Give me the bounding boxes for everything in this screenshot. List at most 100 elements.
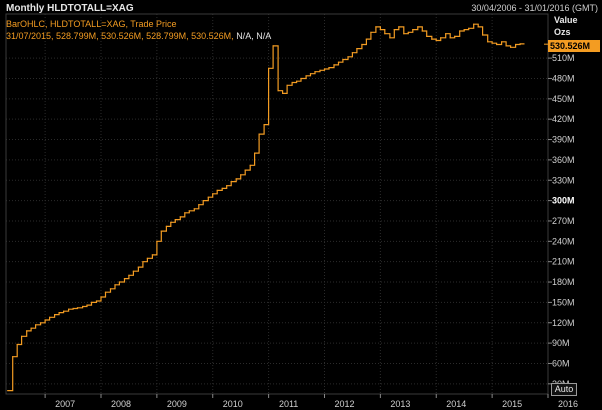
data-point — [151, 254, 153, 256]
y-axis-caption-value: Value — [554, 15, 578, 25]
data-point — [72, 307, 74, 310]
data-point — [426, 35, 428, 38]
x-tick-label: 2016 — [558, 399, 578, 409]
data-point — [128, 274, 130, 276]
data-point — [277, 90, 279, 92]
data-point — [86, 304, 88, 306]
series-layer — [7, 23, 548, 392]
data-point — [421, 30, 423, 32]
data-point — [505, 45, 507, 47]
data-point — [491, 42, 493, 44]
data-point — [319, 69, 321, 71]
data-point — [30, 327, 32, 329]
data-point — [403, 33, 405, 35]
data-point — [76, 307, 79, 309]
data-point — [249, 164, 251, 166]
data-point — [356, 48, 358, 50]
data-point — [82, 305, 84, 308]
data-point — [198, 204, 200, 206]
data-point — [244, 169, 246, 171]
y-tick-label: 210M — [552, 257, 575, 267]
data-point — [109, 288, 112, 290]
y-tick-label: 120M — [552, 318, 575, 328]
data-point — [328, 67, 330, 69]
data-point — [132, 270, 134, 272]
data-point — [398, 26, 400, 28]
data-point — [235, 178, 237, 180]
data-point — [230, 181, 232, 183]
data-point — [445, 33, 447, 35]
data-point — [296, 80, 298, 82]
data-point — [118, 281, 120, 283]
auto-scale-button[interactable]: Auto — [551, 383, 577, 396]
data-point — [179, 216, 181, 218]
data-point — [389, 37, 391, 39]
data-point — [435, 39, 437, 42]
data-point — [468, 27, 470, 29]
x-tick-label: 2009 — [167, 399, 187, 409]
data-point — [95, 300, 98, 302]
data-point — [449, 37, 451, 39]
data-point — [473, 23, 475, 25]
x-tick-label: 2013 — [390, 399, 410, 409]
data-point — [160, 230, 162, 232]
data-point — [412, 29, 414, 31]
data-point — [40, 322, 42, 324]
data-point — [370, 31, 372, 33]
legend-ohlc-values: 31/07/2015, 528.799M, 530.526M, 528.799M… — [6, 31, 234, 41]
data-point — [21, 335, 23, 337]
data-point — [282, 92, 284, 94]
data-point — [431, 38, 433, 40]
x-tick-label: 2011 — [279, 399, 298, 409]
data-point — [477, 26, 479, 28]
data-point — [240, 174, 242, 176]
data-point — [291, 81, 293, 84]
data-point — [454, 35, 456, 38]
data-point — [515, 43, 517, 46]
data-point — [463, 29, 465, 31]
x-tick-label: 2015 — [502, 399, 522, 409]
y-tick-label: 390M — [552, 135, 575, 145]
y-tick-label: 60M — [552, 358, 570, 368]
plot-area: 30M60M90M120M150M180M210M240M270M300M330… — [5, 13, 578, 409]
chart-window: Monthly HLDTOTALL=XAG 30/04/2006 - 31/01… — [0, 0, 602, 410]
data-point — [7, 390, 9, 392]
x-tick-label: 2007 — [55, 399, 75, 409]
data-point — [309, 73, 312, 75]
plot-border — [5, 13, 549, 395]
data-point — [137, 266, 139, 268]
y-axis-caption-unit: Ozs — [554, 27, 571, 37]
data-point — [347, 56, 349, 58]
data-point — [314, 71, 316, 73]
data-point — [49, 316, 51, 318]
data-point — [440, 37, 442, 39]
y-tick-label: 150M — [552, 297, 575, 307]
y-tick-label: 360M — [552, 155, 575, 165]
data-point — [184, 212, 186, 214]
y-tick-label: 420M — [552, 114, 575, 124]
data-point — [90, 301, 93, 303]
data-point — [212, 193, 214, 195]
y-tick-label: 240M — [552, 236, 575, 246]
data-point — [58, 312, 60, 314]
data-point — [216, 189, 218, 191]
data-point — [496, 43, 498, 46]
data-point — [165, 225, 167, 227]
data-point — [417, 26, 419, 28]
data-point — [375, 26, 377, 28]
data-point — [170, 221, 172, 223]
y-tick-label: 180M — [552, 277, 575, 287]
data-point — [384, 33, 386, 35]
data-point — [12, 356, 14, 358]
data-point — [26, 330, 28, 332]
data-point — [333, 64, 335, 66]
data-point — [323, 68, 326, 70]
data-point — [221, 187, 223, 189]
data-point — [286, 84, 288, 86]
data-point — [263, 124, 265, 126]
axis-layer: 30M60M90M120M150M180M210M240M270M300M330… — [5, 13, 578, 409]
data-point — [258, 133, 260, 135]
data-point — [379, 29, 381, 31]
data-point — [188, 210, 190, 212]
data-point — [407, 31, 409, 33]
